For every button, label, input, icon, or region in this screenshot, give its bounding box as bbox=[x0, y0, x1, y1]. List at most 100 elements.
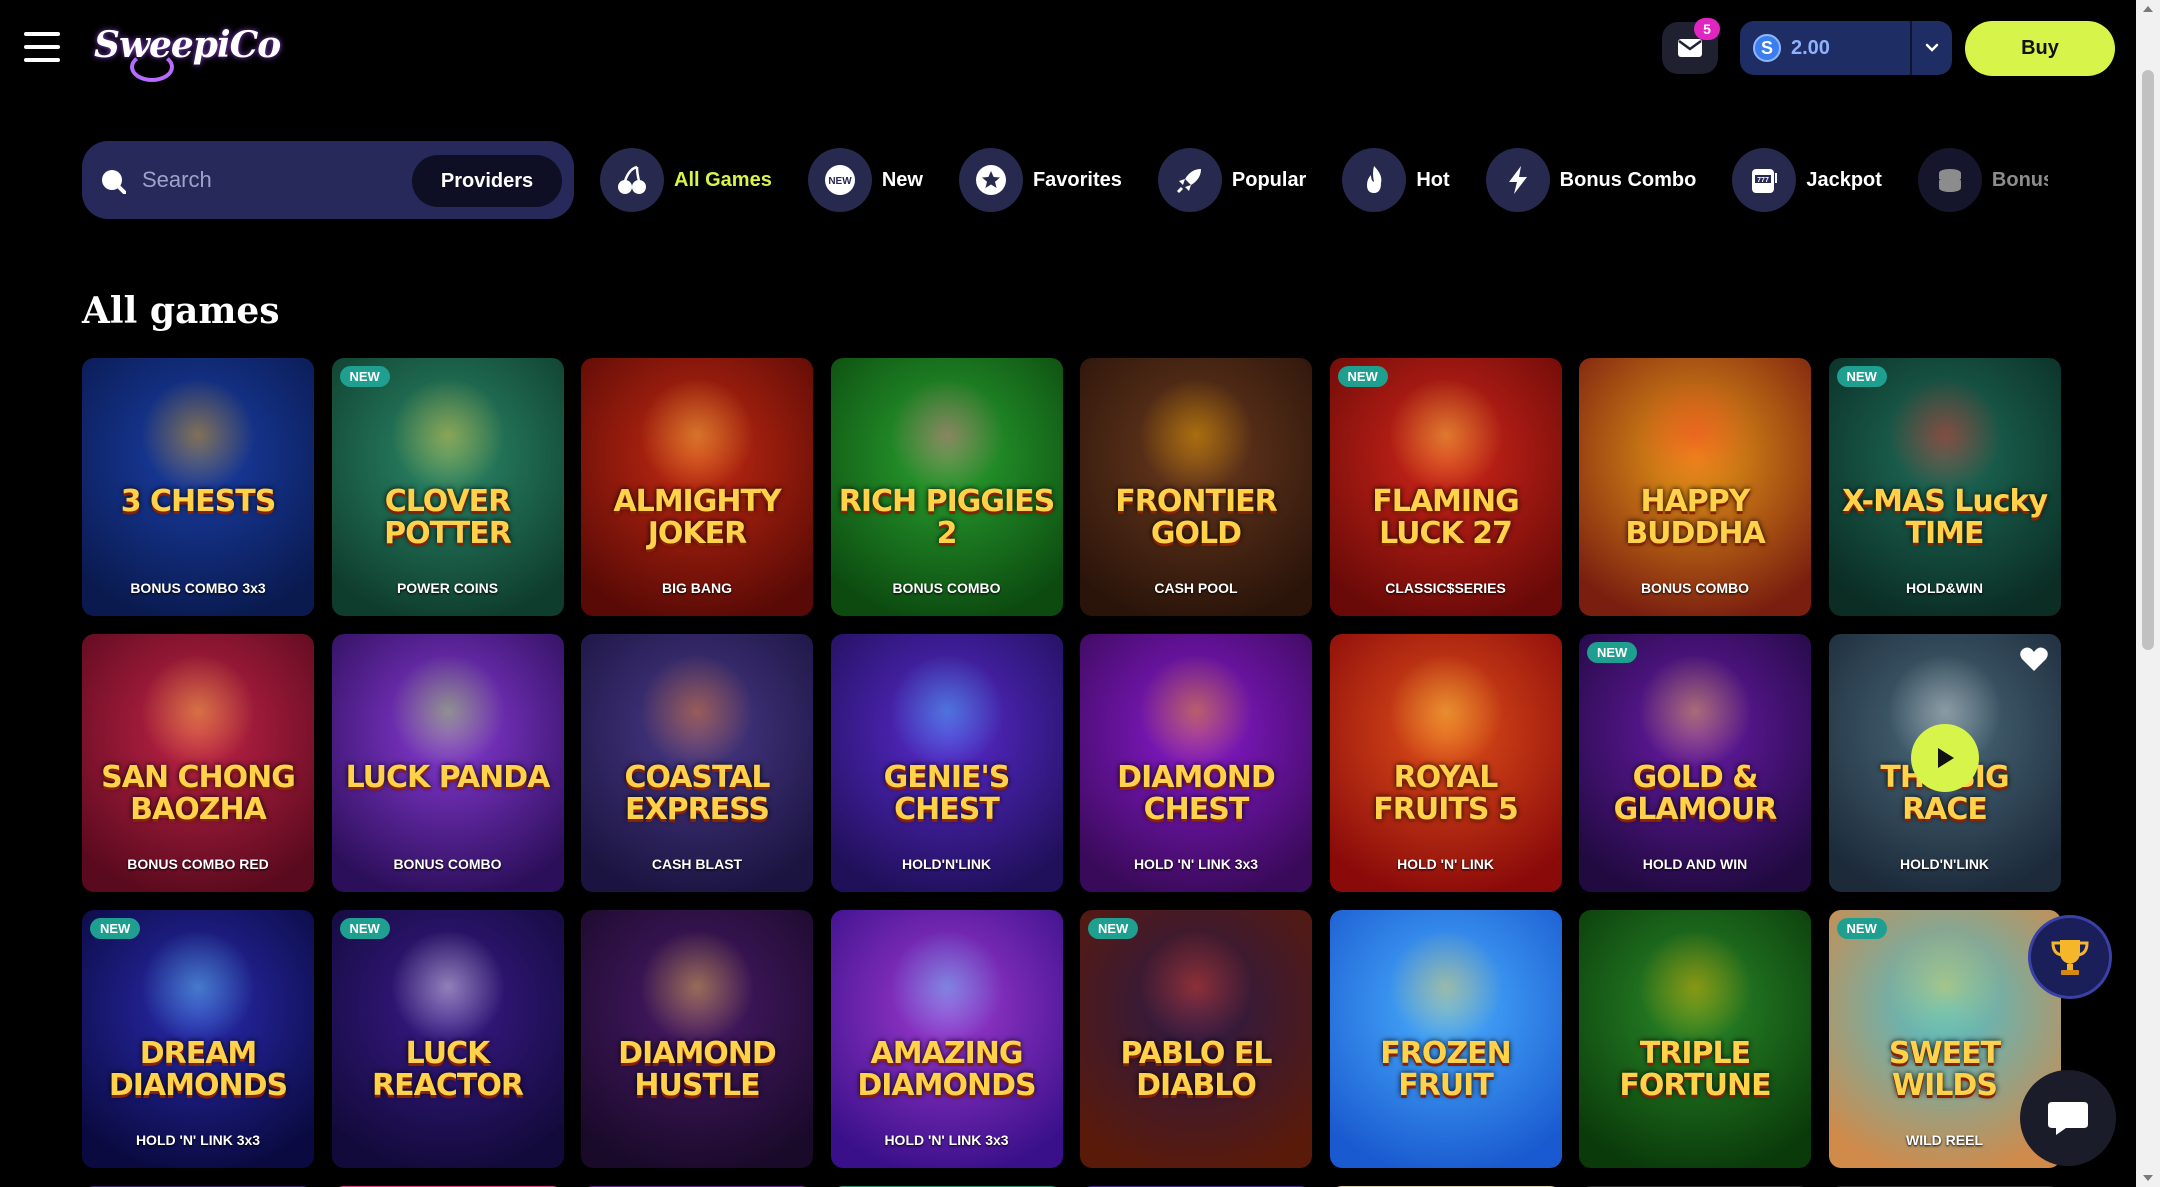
rocket-icon bbox=[1157, 148, 1222, 212]
providers-button[interactable]: Providers bbox=[412, 155, 562, 207]
tab-new[interactable]: NEW New bbox=[807, 148, 923, 212]
game-tile[interactable]: PABLO EL DIABLO NEW bbox=[1080, 910, 1312, 1168]
tab-hot[interactable]: Hot bbox=[1342, 148, 1450, 212]
game-subtitle: HOLD 'N' LINK 3x3 bbox=[1133, 856, 1259, 872]
game-subtitle: HOLD&WIN bbox=[1906, 580, 1983, 596]
mail-icon bbox=[1678, 39, 1702, 57]
game-artwork-glow bbox=[1635, 380, 1755, 490]
game-title: FRONTIER GOLD bbox=[1115, 484, 1277, 551]
game-artwork-glow bbox=[1385, 932, 1506, 1042]
game-tile[interactable]: RICH PIGGIES 2 BONUS COMBO bbox=[830, 358, 1063, 616]
game-title: CLOVER POTTER bbox=[384, 484, 512, 551]
page-scrollbar[interactable] bbox=[2136, 0, 2160, 1187]
game-title: ALMIGHTY JOKER bbox=[613, 484, 781, 551]
tab-bonus-combo[interactable]: Bonus Combo bbox=[1485, 148, 1697, 212]
game-subtitle: CASH BLAST bbox=[651, 856, 743, 872]
tab-popular[interactable]: Popular bbox=[1157, 148, 1306, 212]
game-artwork-glow bbox=[886, 656, 1007, 766]
game-tile[interactable]: COASTAL EXPRESS CASH BLAST bbox=[581, 634, 813, 892]
tab-label: Jackpot bbox=[1806, 168, 1882, 191]
game-artwork-glow bbox=[1385, 380, 1506, 490]
game-tile[interactable]: LUCK REACTOR NEW bbox=[331, 910, 564, 1168]
logo-text: SweepiCo bbox=[94, 24, 281, 66]
game-subtitle: CASH POOL bbox=[1154, 580, 1238, 596]
svg-text:777: 777 bbox=[1757, 177, 1769, 184]
game-artwork-glow bbox=[1136, 932, 1256, 1042]
game-tile[interactable]: DIAMOND CHEST HOLD 'N' LINK 3x3 bbox=[1080, 634, 1312, 892]
chat-button[interactable] bbox=[2020, 1070, 2116, 1166]
slot-machine-icon: 777 bbox=[1732, 148, 1797, 212]
game-tile[interactable]: LUCK PANDA BONUS COMBO bbox=[331, 634, 564, 892]
game-artwork-glow bbox=[387, 932, 508, 1042]
game-tile[interactable]: 3 CHESTS BONUS COMBO 3x3 bbox=[82, 358, 314, 616]
search-input[interactable] bbox=[142, 159, 382, 201]
game-title: RICH PIGGIES 2 bbox=[838, 484, 1056, 551]
game-artwork-glow bbox=[138, 656, 258, 766]
unread-count-badge: 5 bbox=[1694, 18, 1720, 40]
balance-dropdown-button[interactable] bbox=[1910, 21, 1952, 75]
game-title: FROZEN FRUIT bbox=[1380, 1036, 1511, 1103]
new-badge: NEW bbox=[1337, 366, 1388, 387]
game-tile[interactable]: GENIE'S CHEST HOLD'N'LINK bbox=[830, 634, 1063, 892]
new-badge-icon: NEW bbox=[807, 148, 872, 212]
tab-jackpot[interactable]: 777 Jackpot bbox=[1732, 148, 1882, 212]
chat-icon bbox=[2048, 1102, 2088, 1135]
game-artwork-glow bbox=[1635, 656, 1755, 766]
tab-bonus-buy[interactable]: Bonus Buy bbox=[1917, 148, 2048, 212]
category-tabs: All Games NEW New Favorites Popular Hot … bbox=[600, 146, 2048, 214]
game-tile[interactable]: FLAMING LUCK 27 CLASSIC$SERIES NEW bbox=[1329, 358, 1562, 616]
tab-label: Hot bbox=[1416, 168, 1450, 191]
game-title: GOLD & GLAMOUR bbox=[1613, 760, 1778, 827]
game-tile[interactable]: SAN CHONG BAOZHA BONUS COMBO RED bbox=[82, 634, 314, 892]
game-tile[interactable]: THE BIG RACE HOLD'N'LINK bbox=[1828, 634, 2061, 892]
game-artwork-glow bbox=[138, 380, 258, 490]
game-subtitle: HOLD AND WIN bbox=[1642, 856, 1748, 872]
tab-label: Bonus Combo bbox=[1559, 168, 1697, 191]
new-badge: NEW bbox=[1587, 642, 1638, 663]
game-artwork-glow bbox=[637, 656, 757, 766]
game-subtitle: HOLD 'N' LINK bbox=[1397, 856, 1494, 872]
tab-favorites[interactable]: Favorites bbox=[958, 148, 1122, 212]
game-artwork-glow bbox=[637, 932, 757, 1042]
game-subtitle: CLASSIC$SERIES bbox=[1385, 580, 1506, 596]
game-tile[interactable]: AMAZING DIAMONDS HOLD 'N' LINK 3x3 bbox=[830, 910, 1063, 1168]
buy-button[interactable]: Buy bbox=[1965, 21, 2115, 76]
game-artwork-glow bbox=[1884, 380, 2005, 490]
game-tile[interactable]: ALMIGHTY JOKER BIG BANG bbox=[581, 358, 813, 616]
game-tile[interactable]: ROYAL FRUITS 5 HOLD 'N' LINK bbox=[1329, 634, 1562, 892]
game-tile[interactable]: FRONTIER GOLD CASH POOL bbox=[1080, 358, 1312, 616]
scrollbar-thumb[interactable] bbox=[2142, 70, 2154, 650]
game-tile[interactable]: HAPPY BUDDHA BONUS COMBO bbox=[1579, 358, 1811, 616]
game-subtitle: BONUS COMBO bbox=[1640, 580, 1750, 596]
game-subtitle: BONUS COMBO bbox=[393, 856, 502, 872]
new-badge: NEW bbox=[1836, 366, 1887, 387]
balance-amount: 2.00 bbox=[1791, 36, 1830, 59]
game-artwork-glow bbox=[1385, 656, 1506, 766]
favorite-heart-icon[interactable] bbox=[2017, 642, 2051, 676]
search-icon bbox=[102, 170, 126, 194]
scroll-down-arrow-icon[interactable] bbox=[2143, 1175, 2153, 1181]
game-tile[interactable]: FROZEN FRUIT bbox=[1329, 910, 1562, 1168]
game-title: HAPPY BUDDHA bbox=[1625, 484, 1765, 551]
search-bar: Providers bbox=[82, 141, 574, 219]
lightning-icon bbox=[1485, 148, 1550, 212]
game-title: GENIE'S CHEST bbox=[883, 760, 1011, 827]
game-title: DIAMOND CHEST bbox=[1117, 760, 1276, 827]
tournaments-button[interactable] bbox=[2028, 915, 2112, 999]
game-subtitle: HOLD 'N' LINK 3x3 bbox=[135, 1132, 261, 1148]
game-tile[interactable]: TRIPLE FORTUNE bbox=[1579, 910, 1811, 1168]
game-tile[interactable]: X-MAS Lucky TIME HOLD&WIN NEW bbox=[1828, 358, 2061, 616]
cherries-icon bbox=[600, 148, 664, 212]
tab-all-games[interactable]: All Games bbox=[600, 148, 772, 212]
game-tile[interactable]: DIAMOND HUSTLE bbox=[581, 910, 813, 1168]
game-subtitle: POWER COINS bbox=[396, 580, 499, 596]
play-button[interactable] bbox=[1910, 724, 1979, 792]
game-tile[interactable]: CLOVER POTTER POWER COINS NEW bbox=[331, 358, 564, 616]
tab-label: Bonus Buy bbox=[1991, 168, 2048, 191]
scroll-up-arrow-icon[interactable] bbox=[2143, 6, 2153, 12]
site-logo[interactable]: SweepiCo bbox=[94, 18, 281, 82]
game-subtitle: WILD REEL bbox=[1906, 1132, 1983, 1148]
menu-icon[interactable] bbox=[24, 32, 60, 62]
game-tile[interactable]: GOLD & GLAMOUR HOLD AND WIN NEW bbox=[1579, 634, 1811, 892]
game-tile[interactable]: DREAM DIAMONDS HOLD 'N' LINK 3x3 NEW bbox=[82, 910, 314, 1168]
